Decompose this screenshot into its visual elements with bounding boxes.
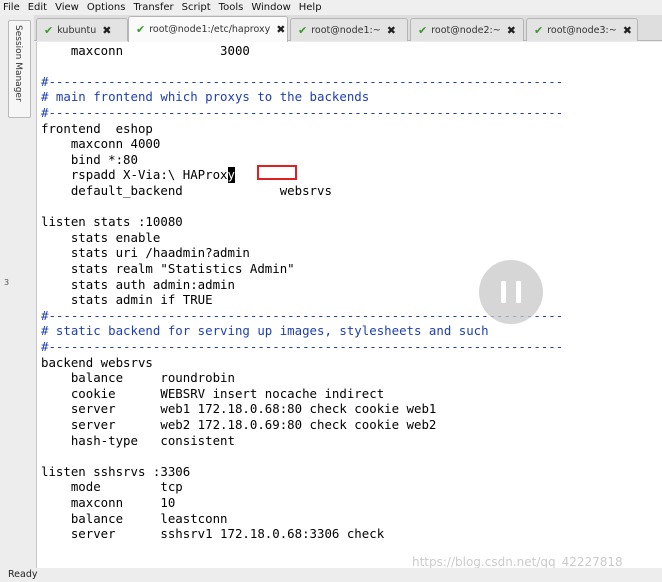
config-line: cookie WEBSRV insert nocache indirect <box>41 385 385 401</box>
menu-window[interactable]: Window <box>248 0 295 15</box>
config-comment-line: # static backend for serving up images, … <box>41 323 489 339</box>
menu-view[interactable]: View <box>52 0 84 15</box>
pause-overlay-button[interactable] <box>479 260 543 324</box>
session-manager-label: Session Manager <box>13 25 23 102</box>
config-line: bind *:80 <box>41 151 138 167</box>
config-line: maxconn 10 <box>41 494 176 510</box>
menu-script[interactable]: Script <box>179 0 216 15</box>
connected-check-icon: ✔ <box>136 23 146 36</box>
status-text: Ready <box>8 569 38 580</box>
config-line: balance roundrobin <box>41 370 235 386</box>
config-line: maxconn 4000 <box>41 136 161 152</box>
menu-edit[interactable]: Edit <box>25 0 52 15</box>
connected-check-icon: ✔ <box>418 23 428 37</box>
config-line: stats uri /haadmin?admin <box>41 245 250 261</box>
config-line: default_backend websrvs <box>41 182 332 198</box>
tab-1[interactable]: ✔ root@node1:/etc/haproxy ✖ <box>128 16 288 42</box>
left-edge-marker: 3 <box>4 278 10 287</box>
config-line: hash-type consistent <box>41 432 235 448</box>
config-line: backend websrvs <box>41 354 153 370</box>
tab-2[interactable]: ✔ root@node1:~ ✖ <box>290 18 408 41</box>
config-line: rspadd X-Via:\ HAProxy <box>41 167 235 183</box>
tab-label: root@node1:~ <box>311 24 381 36</box>
config-line: server web1 172.18.0.68:80 check cookie … <box>41 401 437 417</box>
config-line: frontend eshop <box>41 120 153 136</box>
config-line: stats realm "Statistics Admin" <box>41 260 295 276</box>
config-line: listen sshsrvs :3306 <box>41 463 191 479</box>
tab-strip: ✔ kubuntu ✖ ✔ root@node1:/etc/haproxy ✖ ✔ root@… <box>34 15 662 42</box>
config-line: maxconn 3000 <box>41 42 250 58</box>
config-line: stats auth admin:admin <box>41 276 235 292</box>
tab-label: root@node3:~ <box>547 24 617 36</box>
close-tab-icon[interactable]: ✖ <box>387 24 396 37</box>
terminal-view[interactable]: maxconn 3000 #---------------------------… <box>36 42 662 568</box>
menu-bar: File Edit View Options Transfer Script Tools Wi… <box>0 0 662 15</box>
menu-transfer[interactable]: Transfer <box>130 0 178 15</box>
config-comment-line: # main frontend which proxys to the back… <box>41 89 370 105</box>
connected-check-icon: ✔ <box>44 23 54 37</box>
config-line: listen stats :10080 <box>41 214 183 230</box>
pause-icon <box>501 281 506 303</box>
status-bar: Ready <box>0 568 662 582</box>
annotation-highlight-box <box>257 165 297 180</box>
tab-3[interactable]: ✔ root@node2:~ ✖ <box>410 18 524 41</box>
config-comment-line: #---------------------------------------… <box>41 73 564 89</box>
config-line: server sshsrv1 172.18.0.68:3306 check <box>41 526 385 542</box>
session-manager-tab[interactable]: Session Manager <box>8 20 31 118</box>
menu-file[interactable]: File <box>0 0 25 15</box>
config-line: mode tcp <box>41 479 183 495</box>
tab-label: kubuntu <box>57 24 97 36</box>
config-line: stats enable <box>41 229 161 245</box>
close-tab-icon[interactable]: ✖ <box>102 24 111 37</box>
config-comment-line: #---------------------------------------… <box>41 338 564 354</box>
terminal-cursor: y <box>227 167 235 183</box>
config-line: server web2 172.18.0.69:80 check cookie … <box>41 416 437 432</box>
watermark-text: https://blog.csdn.net/qq_42227818 <box>412 555 623 569</box>
close-tab-icon[interactable]: ✖ <box>507 24 516 37</box>
tab-4[interactable]: ✔ root@node3:~ ✖ <box>526 18 638 41</box>
tab-label: root@node2:~ <box>431 24 501 36</box>
tab-label: root@node1:/etc/haproxy <box>149 24 271 35</box>
config-line: stats admin if TRUE <box>41 292 213 308</box>
pause-icon <box>516 281 521 303</box>
connected-check-icon: ✔ <box>534 23 544 37</box>
menu-options[interactable]: Options <box>84 0 131 15</box>
config-comment-line: #---------------------------------------… <box>41 104 564 120</box>
config-line: balance leastconn <box>41 510 228 526</box>
menu-tools[interactable]: Tools <box>216 0 249 15</box>
close-tab-icon[interactable]: ✖ <box>276 23 285 36</box>
tab-0[interactable]: ✔ kubuntu ✖ <box>36 18 128 41</box>
menu-help[interactable]: Help <box>296 0 327 15</box>
close-tab-icon[interactable]: ✖ <box>623 24 632 37</box>
connected-check-icon: ✔ <box>298 23 308 37</box>
